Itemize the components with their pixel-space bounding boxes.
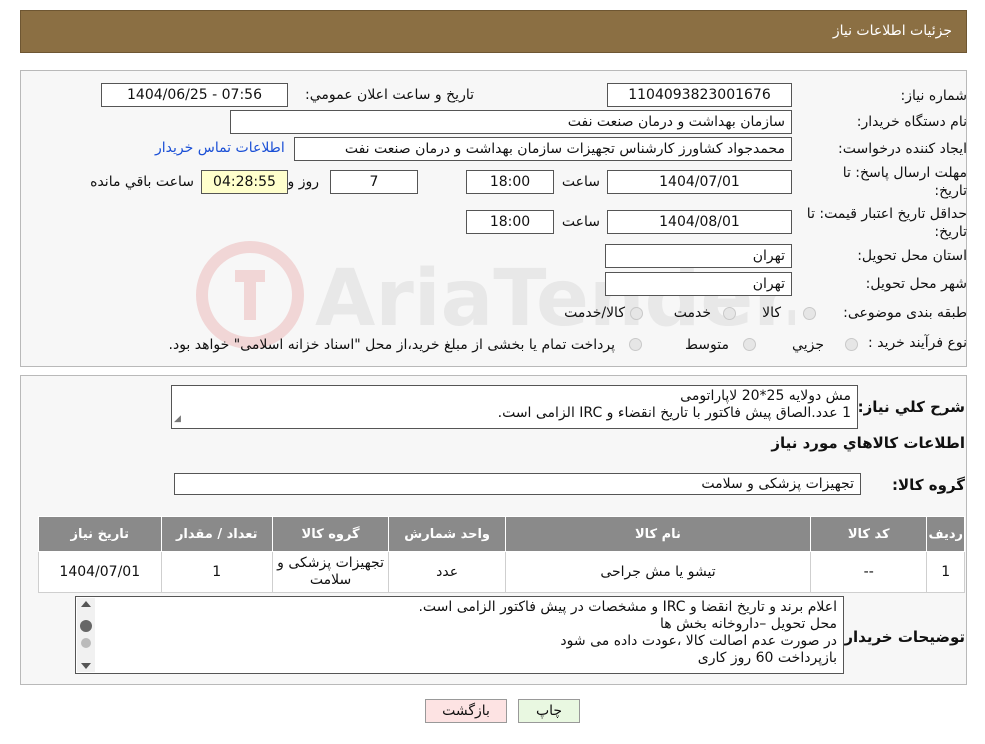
col-code: کد کالا bbox=[809, 516, 928, 552]
province-label: استان محل تحويل: bbox=[857, 248, 967, 264]
buyer-contact-link[interactable]: اطلاعات تماس خريدار bbox=[155, 140, 285, 156]
category-goods-service-label: کالا/خدمت bbox=[564, 305, 625, 321]
buyer-org-field: سازمان بهداشت و درمان صنعت نفت bbox=[230, 110, 792, 134]
cell-date: 1404/07/01 bbox=[38, 551, 162, 593]
deadline-date-field: 1404/07/01 bbox=[607, 170, 792, 194]
cell-qty: 1 bbox=[160, 551, 273, 593]
days-field: 7 bbox=[330, 170, 418, 194]
category-service-radio[interactable] bbox=[723, 307, 736, 320]
description-line-1: مش دولایه 25*20 لاپاراتومی bbox=[680, 388, 851, 404]
category-goods-radio[interactable] bbox=[803, 307, 816, 320]
process-note: پرداخت تمام يا بخشی از مبلغ خريد،از محل … bbox=[168, 337, 615, 353]
buyer-notes-scrollbar[interactable] bbox=[77, 598, 95, 672]
scroll-track-dot bbox=[81, 638, 91, 648]
buyer-notes-line-2: محل تحویل –داروخانه بخش ها bbox=[659, 616, 837, 632]
process-minor-label: جزيي bbox=[792, 337, 824, 353]
deadline-label: مهلت ارسال پاسخ: تا bbox=[842, 165, 967, 181]
page-title: جزئیات اطلاعات نیاز bbox=[832, 23, 952, 39]
cell-code: -- bbox=[809, 551, 928, 593]
page-header: جزئیات اطلاعات نیاز bbox=[20, 10, 967, 53]
announce-datetime-field: 1404/06/25 - 07:56 bbox=[101, 83, 288, 107]
process-minor-radio[interactable] bbox=[845, 338, 858, 351]
creator-field: محمدجواد کشاورز کارشناس تجهيزات سازمان ب… bbox=[294, 137, 792, 161]
cell-name: تيشو يا مش جراحی bbox=[504, 551, 811, 593]
creator-label: ايجاد کننده درخواست: bbox=[838, 141, 967, 157]
buyer-org-label: نام دستگاه خريدار: bbox=[856, 114, 967, 130]
buyer-notes-box: اعلام برند و تاریخ انقضا و IRC و مشخصات … bbox=[75, 596, 844, 674]
remaining-time-field: 04:28:55 bbox=[201, 170, 288, 194]
buyer-notes-line-1: اعلام برند و تاریخ انقضا و IRC و مشخصات … bbox=[418, 599, 837, 615]
table-row: 1 -- تيشو يا مش جراحی عدد تجهيزات پزشکی … bbox=[38, 551, 965, 593]
deadline-label-date: تاريخ: bbox=[934, 183, 967, 199]
back-button[interactable]: بازگشت bbox=[425, 699, 507, 723]
category-goods-service-radio[interactable] bbox=[630, 307, 643, 320]
resize-handle-icon[interactable]: ◢ bbox=[174, 411, 181, 428]
need-number-field: 1104093823001676 bbox=[607, 83, 792, 107]
validity-date-field: 1404/08/01 bbox=[607, 210, 792, 234]
validity-label-date: تاريخ: bbox=[934, 224, 967, 240]
table-header-row: رديف کد کالا نام کالا واحد شمارش گروه کا… bbox=[38, 516, 965, 552]
cell-row: 1 bbox=[926, 551, 965, 593]
process-medium-radio[interactable] bbox=[743, 338, 756, 351]
category-service-label: خدمت bbox=[673, 305, 711, 321]
buyer-notes-label: توضيحات خريدار: bbox=[838, 628, 965, 646]
col-row: رديف bbox=[926, 516, 965, 552]
col-group: گروه کالا bbox=[271, 516, 390, 552]
process-medium-label: متوسط bbox=[685, 337, 729, 353]
buyer-notes-line-3: در صورت عدم اصالت کالا ،عودت داده می شود bbox=[560, 633, 837, 649]
col-unit: واحد شمارش bbox=[388, 516, 506, 552]
deadline-time-label: ساعت bbox=[561, 174, 600, 190]
description-label: شرح کلي نياز: bbox=[857, 398, 965, 416]
process-treasury-checkbox[interactable] bbox=[629, 338, 642, 351]
buyer-notes-line-4: بازپرداخت 60 روز کاری bbox=[697, 650, 837, 666]
col-qty: تعداد / مقدار bbox=[160, 516, 273, 552]
items-section-title: اطلاعات کالاهاي مورد نياز bbox=[771, 434, 965, 452]
items-table: رديف کد کالا نام کالا واحد شمارش گروه کا… bbox=[38, 516, 965, 593]
col-name: نام کالا bbox=[504, 516, 811, 552]
cell-group: تجهيزات پزشکی و سلامت bbox=[271, 551, 390, 593]
validity-time-field: 18:00 bbox=[466, 210, 554, 234]
category-label: طبقه بندی موضوعی: bbox=[843, 305, 967, 321]
remaining-label: ساعت باقي مانده bbox=[90, 174, 194, 190]
deadline-time-field: 18:00 bbox=[466, 170, 554, 194]
need-number-label: شماره نیاز: bbox=[900, 88, 968, 104]
col-date: تاريخ نياز bbox=[38, 516, 162, 552]
description-box: مش دولایه 25*20 لاپاراتومی 1 عدد.الصاق پ… bbox=[171, 385, 858, 429]
days-label: روز و bbox=[287, 174, 320, 190]
city-label: شهر محل تحويل: bbox=[865, 276, 967, 292]
cell-unit: عدد bbox=[388, 551, 506, 593]
city-field: تهران bbox=[605, 272, 792, 296]
validity-time-label: ساعت bbox=[561, 214, 600, 230]
scroll-thumb[interactable] bbox=[80, 620, 92, 632]
print-button[interactable]: چاپ bbox=[518, 699, 580, 723]
group-field: تجهيزات پزشکی و سلامت bbox=[174, 473, 861, 495]
announce-label: تاريخ و ساعت اعلان عمومي: bbox=[305, 87, 474, 103]
province-field: تهران bbox=[605, 244, 792, 268]
description-line-2: 1 عدد.الصاق پیش فاکتور با تاریخ انقضاء و… bbox=[497, 405, 851, 421]
scroll-up-icon[interactable] bbox=[81, 601, 91, 607]
process-label: نوع فرآيند خريد : bbox=[868, 335, 967, 351]
group-label: گروه کالا: bbox=[892, 476, 965, 494]
validity-label: حداقل تاريخ اعتبار قيمت: تا bbox=[806, 206, 967, 222]
category-goods-label: کالا bbox=[762, 305, 781, 321]
scroll-down-icon[interactable] bbox=[81, 663, 91, 669]
